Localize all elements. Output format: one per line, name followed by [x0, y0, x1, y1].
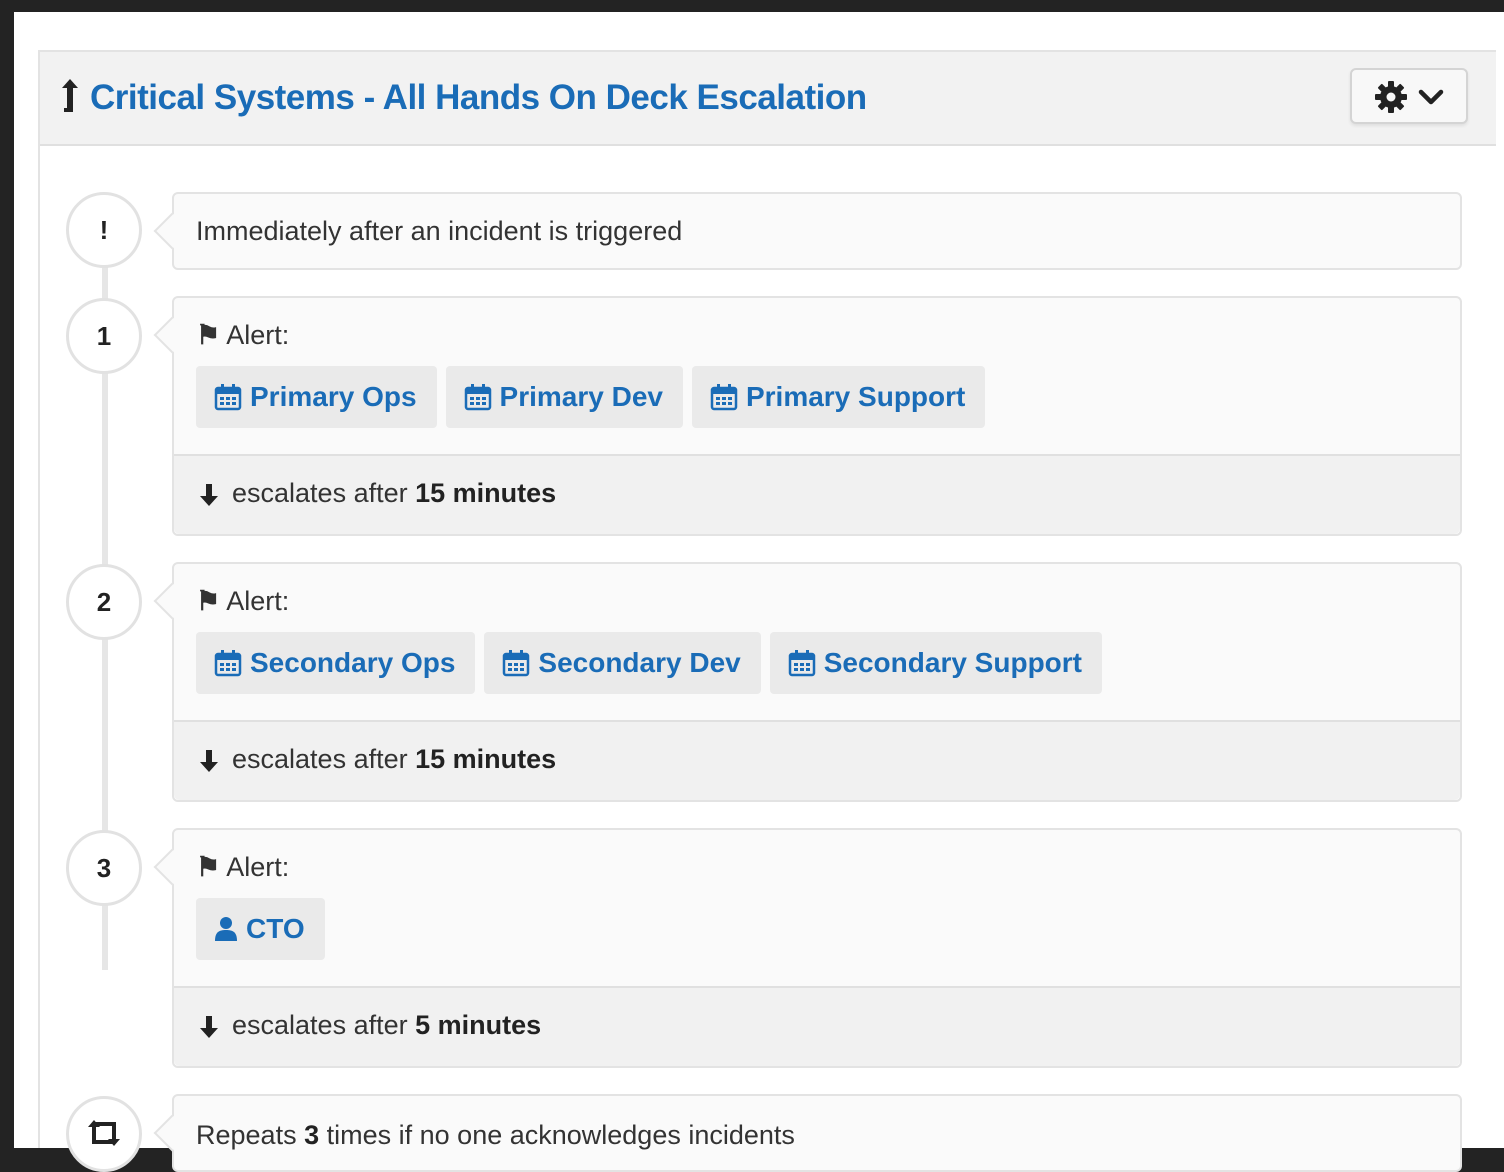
escalation-up-arrow-icon: [60, 78, 82, 123]
escalation-rule-3: ⚑ Alert: CTO escalates after 5 minutes: [172, 828, 1462, 1068]
escalation-delay: escalates after 15 minutes: [174, 454, 1460, 534]
target-primary-support[interactable]: Primary Support: [691, 366, 986, 428]
rule-number: 1: [66, 298, 142, 374]
alert-label: ⚑ Alert:: [196, 852, 290, 882]
target-label: CTO: [246, 913, 305, 944]
notification-icon: ⚑: [196, 852, 221, 882]
escalation-delay: escalates after 5 minutes: [174, 986, 1460, 1066]
gear-icon: [1375, 81, 1407, 113]
repeat-text: Repeats 3 times if no one acknowledges i…: [196, 1120, 795, 1150]
trigger-card: Immediately after an incident is trigger…: [172, 192, 1462, 270]
policy-title[interactable]: Critical Systems - All Hands On Deck Esc…: [90, 76, 867, 120]
arrow-down-icon: [200, 484, 218, 506]
alert-label: ⚑ Alert:: [196, 320, 290, 350]
target-label: Secondary Support: [823, 647, 1082, 678]
target-cto[interactable]: CTO: [196, 898, 325, 960]
escalation-rule-2: ⚑ Alert: Secondary Ops Secondary Dev Seco…: [172, 562, 1462, 802]
target-label: Primary Dev: [499, 381, 663, 412]
escalation-delay-text: escalates after 15 minutes: [232, 744, 557, 774]
calendar-icon: [503, 650, 530, 677]
arrow-down-icon: [200, 750, 218, 772]
escalation-delay-text: escalates after 15 minutes: [232, 478, 557, 508]
target-primary-dev[interactable]: Primary Dev: [445, 366, 683, 428]
panel-header: Critical Systems - All Hands On Deck Esc…: [40, 52, 1496, 146]
target-secondary-support[interactable]: Secondary Support: [769, 632, 1102, 694]
trigger-text: Immediately after an incident is trigger…: [196, 216, 683, 246]
settings-dropdown-button[interactable]: [1350, 68, 1468, 124]
user-icon: [215, 917, 237, 941]
target-label: Primary Ops: [250, 381, 417, 412]
target-primary-ops[interactable]: Primary Ops: [196, 366, 437, 428]
trigger-marker: !: [66, 192, 142, 268]
notification-icon: ⚑: [196, 320, 221, 350]
rule-number: 3: [66, 830, 142, 906]
alert-targets: Primary Ops Primary Dev Primary Support: [196, 366, 986, 428]
calendar-icon: [464, 384, 491, 411]
repeat-card: Repeats 3 times if no one acknowledges i…: [172, 1094, 1462, 1172]
notification-icon: ⚑: [196, 586, 221, 616]
target-label: Secondary Dev: [538, 647, 741, 678]
target-label: Primary Support: [745, 381, 966, 412]
escalation-delay: escalates after 15 minutes: [174, 720, 1460, 800]
alert-label: ⚑ Alert:: [196, 586, 290, 616]
retweet-repeat-icon: [88, 1120, 120, 1146]
arrow-down-icon: [200, 1016, 218, 1038]
repeat-marker: [66, 1096, 142, 1172]
alert-targets: Secondary Ops Secondary Dev Secondary Su…: [196, 632, 1102, 694]
rule-number: 2: [66, 564, 142, 640]
target-secondary-dev[interactable]: Secondary Dev: [484, 632, 761, 694]
calendar-icon: [214, 650, 242, 677]
escalation-delay-text: escalates after 5 minutes: [232, 1010, 542, 1040]
target-secondary-ops[interactable]: Secondary Ops: [196, 632, 476, 694]
calendar-icon: [710, 384, 738, 411]
alert-targets: CTO: [196, 898, 325, 960]
target-label: Secondary Ops: [250, 647, 456, 678]
calendar-icon: [214, 384, 242, 411]
chevron-down-icon: [1418, 89, 1444, 105]
calendar-icon: [788, 650, 815, 677]
escalation-rule-1: ⚑ Alert: Primary Ops Primary Dev Primary …: [172, 296, 1462, 536]
